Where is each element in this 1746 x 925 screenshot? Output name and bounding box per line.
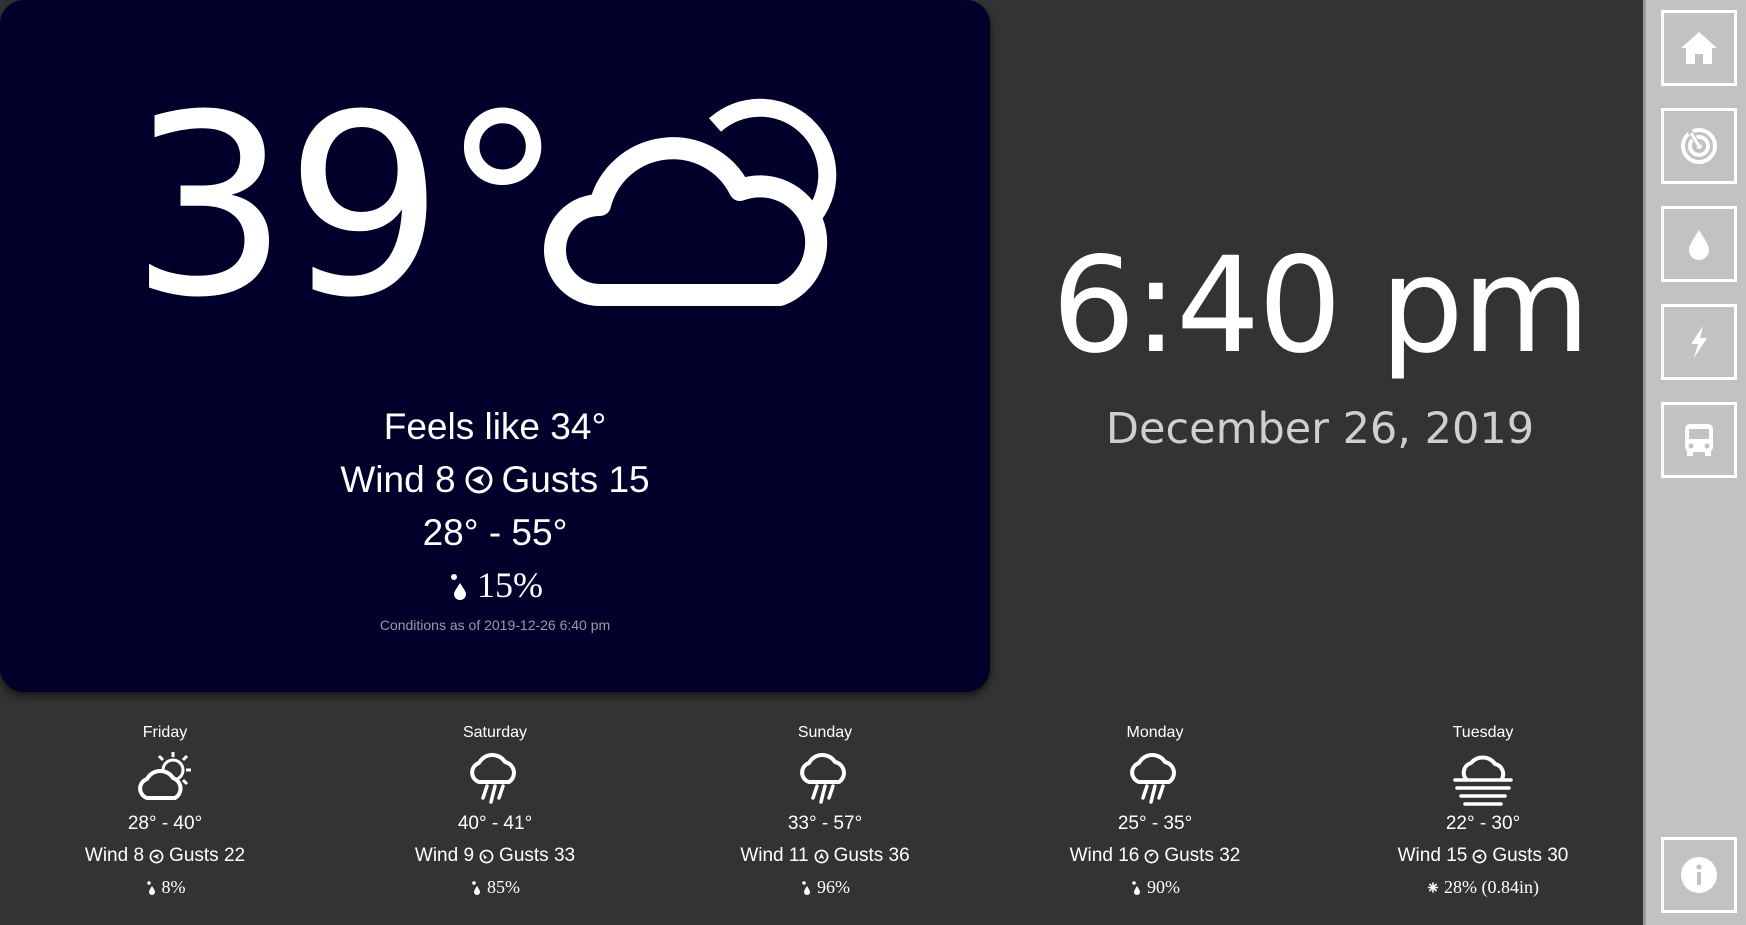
precip-value: 15% [477,565,543,605]
current-temperature: 39° [130,61,565,352]
nav-info-button[interactable] [1661,837,1737,913]
nav-home-button[interactable] [1661,10,1737,86]
clock-time: 6:40 pm [1051,229,1591,383]
forecast-precip-value: 96% [817,877,850,897]
forecast-precip-value: 85% [487,877,520,897]
forecast-gusts: Gusts 33 [499,845,576,866]
forecast-wind: Wind 16 Gusts 32 [990,840,1320,872]
home-icon [1681,32,1717,64]
drop-icon [1689,230,1709,260]
forecast-gusts: Gusts 30 [1492,845,1569,866]
forecast-wind: Wind 8 Gusts 22 [0,840,330,872]
wind-direction-icon [479,849,494,863]
nav-water-button[interactable] [1661,206,1737,282]
forecast-range: 33° - 57° [787,813,863,834]
wind-direction-icon [465,466,493,493]
forecast-precip: 90% [990,872,1320,902]
forecast-range: 40° - 41° [457,813,533,834]
forecast-precip-value: 90% [1147,877,1180,897]
nav-radar-button[interactable] [1661,108,1737,184]
forecast-day-name: Saturday [462,724,528,741]
forecast-gusts: Gusts 36 [833,845,910,866]
temperature-range: 28° - 55° [422,512,568,553]
wind-direction-icon [814,849,829,863]
forecast-strip: Friday 28° - 40° Wind 8 Gusts 22 8% Satu… [0,720,1640,920]
partly-cloudy-sun-icon [138,752,191,800]
feels-like: Feels like 34° [383,406,607,447]
forecast-day-name: Tuesday [1452,724,1514,741]
nav-power-button[interactable] [1661,304,1737,380]
forecast-precip: 8% [0,872,330,902]
clock-date: December 26, 2019 [1105,404,1535,454]
forecast-precip-value: 28% (0.84in) [1444,877,1539,897]
forecast-wind-speed: Wind 16 [1069,845,1140,866]
bus-icon [1685,424,1713,456]
cloud-moon-icon [544,98,837,306]
current-conditions-card: 39° Feels like 34° Wind 8 Gusts 15 28° -… [0,0,990,692]
forecast-day: Saturday 40° - 41° Wind 9 Gusts 33 85% [330,720,660,902]
precip-drop-icon [472,880,480,895]
forecast-wind-speed: Wind 8 [84,845,145,866]
forecast-wind-speed: Wind 9 [414,845,475,866]
wind-direction-icon [1472,849,1487,863]
nav-transit-button[interactable] [1661,402,1737,478]
forecast-wind-speed: Wind 11 [740,845,809,866]
precip-drop-icon [1132,880,1140,895]
forecast-day-name: Sunday [797,724,853,741]
sidebar-nav [1643,0,1746,925]
rain-icon [800,752,846,804]
radar-icon [1681,128,1717,164]
forecast-day-name: Monday [1126,724,1184,741]
snowflake-icon [1427,881,1439,893]
forecast-wind: Wind 11 Gusts 36 [660,840,990,872]
lightning-icon [1691,326,1707,358]
forecast-range: 28° - 40° [127,813,203,834]
rain-icon [1130,752,1176,804]
current-wind: Wind 8 Gusts 15 [0,453,990,506]
forecast-gusts: Gusts 32 [1164,845,1241,866]
forecast-range: 25° - 35° [1117,813,1193,834]
precip-drop-icon [146,880,155,895]
forecast-day: Friday 28° - 40° Wind 8 Gusts 22 8% [0,720,330,902]
forecast-day: Sunday 33° - 57° Wind 11 Gusts 36 96% [660,720,990,902]
wind-speed: Wind 8 [340,459,456,500]
wind-gusts: Gusts 15 [501,459,650,500]
forecast-day: Monday 25° - 35° Wind 16 Gusts 32 90% [990,720,1320,902]
forecast-range: 22° - 30° [1445,813,1521,834]
fog-icon [1453,755,1513,806]
forecast-precip: 85% [330,872,660,902]
rain-icon [470,752,516,804]
forecast-precip: 28% (0.84in) [1318,872,1648,902]
forecast-day: Tuesday 22° - 30° Wind 15 Gusts 30 28% (… [1318,720,1648,902]
forecast-wind-speed: Wind 15 [1397,845,1468,866]
current-precip: 15% [0,559,990,612]
forecast-day-name: Friday [142,724,188,741]
precip-drop-icon [802,880,810,895]
forecast-wind: Wind 15 Gusts 30 [1318,840,1648,872]
conditions-timestamp: Conditions as of 2019-12-26 6:40 pm [379,617,611,633]
info-icon [1681,857,1717,893]
precip-drop-icon [451,573,466,600]
forecast-wind: Wind 9 Gusts 33 [330,840,660,872]
forecast-precip-value: 8% [161,877,186,897]
forecast-precip: 96% [660,872,990,902]
wind-direction-icon [1144,849,1159,863]
wind-direction-icon [149,849,164,863]
forecast-gusts: Gusts 22 [169,845,246,866]
